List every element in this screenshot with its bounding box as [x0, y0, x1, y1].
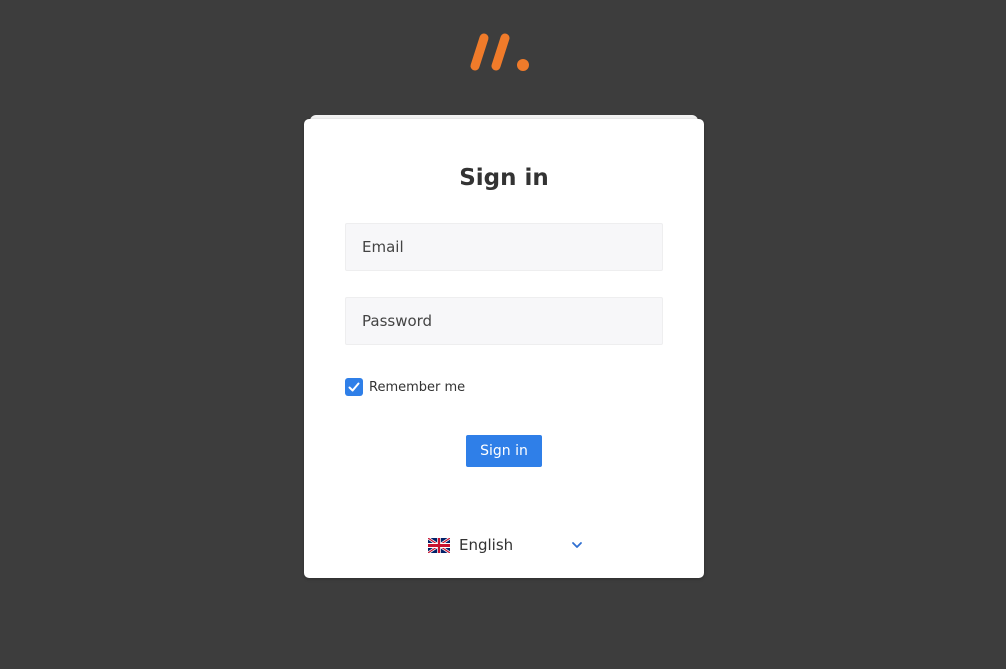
uk-flag-icon	[428, 537, 450, 553]
email-field-wrapper	[345, 223, 663, 271]
login-card: Sign in Remember me Sign in	[304, 119, 704, 578]
language-label: English	[459, 536, 514, 554]
remember-me-toggle[interactable]: Remember me	[345, 378, 465, 396]
language-selector[interactable]: English	[428, 533, 584, 557]
chevron-down-icon[interactable]	[570, 538, 584, 552]
email-field[interactable]	[346, 224, 662, 270]
password-field-wrapper	[345, 297, 663, 345]
page-title: Sign in	[459, 165, 549, 191]
sign-in-button[interactable]: Sign in	[466, 435, 542, 467]
login-page: Sign in Remember me Sign in	[0, 0, 1006, 669]
password-field[interactable]	[346, 298, 662, 344]
app-logo-icon	[470, 33, 529, 71]
checkmark-icon	[348, 382, 360, 392]
remember-me-checkbox[interactable]	[345, 378, 363, 396]
remember-me-label: Remember me	[369, 379, 466, 395]
